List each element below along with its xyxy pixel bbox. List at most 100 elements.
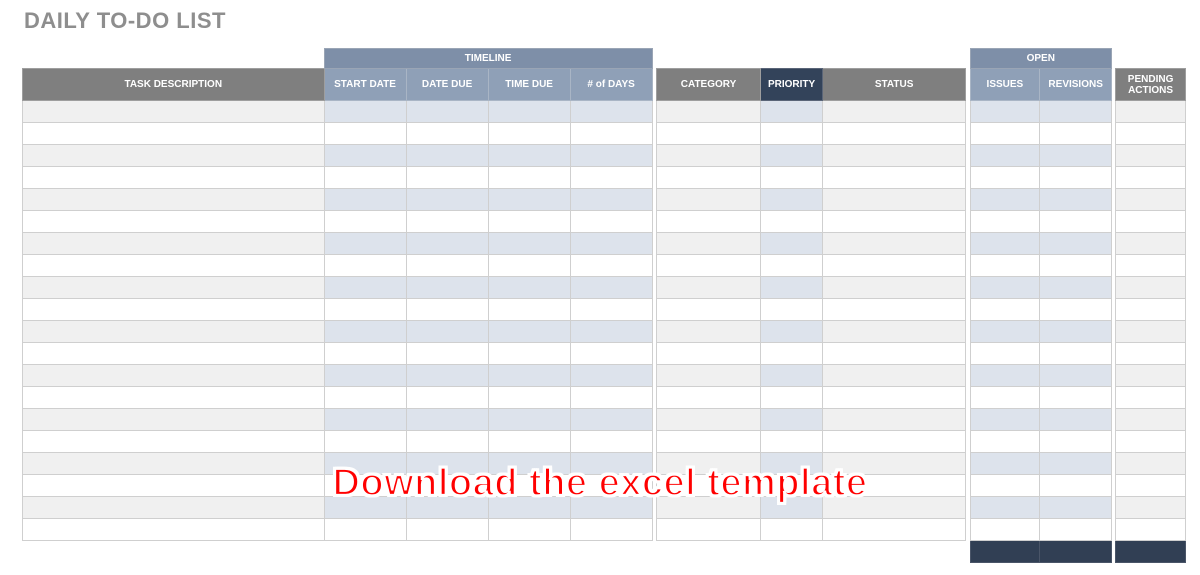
cell[interactable] bbox=[488, 409, 570, 431]
cell[interactable] bbox=[656, 453, 761, 475]
cell[interactable] bbox=[656, 145, 761, 167]
cell[interactable] bbox=[570, 409, 652, 431]
cell[interactable] bbox=[1040, 409, 1112, 431]
cell[interactable] bbox=[23, 145, 325, 167]
cell[interactable] bbox=[406, 519, 488, 541]
cell[interactable] bbox=[1040, 387, 1112, 409]
cell[interactable] bbox=[656, 189, 761, 211]
cell[interactable] bbox=[1040, 475, 1112, 497]
cell[interactable] bbox=[1040, 211, 1112, 233]
cell[interactable] bbox=[822, 277, 966, 299]
cell[interactable] bbox=[488, 343, 570, 365]
cell[interactable] bbox=[970, 519, 1040, 541]
cell[interactable] bbox=[570, 343, 652, 365]
cell[interactable] bbox=[1040, 277, 1112, 299]
cell[interactable] bbox=[970, 123, 1040, 145]
cell[interactable] bbox=[570, 167, 652, 189]
cell[interactable] bbox=[570, 145, 652, 167]
cell[interactable] bbox=[761, 321, 823, 343]
cell[interactable] bbox=[656, 277, 761, 299]
cell[interactable] bbox=[761, 277, 823, 299]
cell[interactable] bbox=[656, 475, 761, 497]
cell[interactable] bbox=[324, 233, 406, 255]
cell[interactable] bbox=[822, 167, 966, 189]
cell[interactable] bbox=[970, 497, 1040, 519]
cell[interactable] bbox=[324, 409, 406, 431]
cell[interactable] bbox=[656, 387, 761, 409]
cell[interactable] bbox=[488, 211, 570, 233]
cell[interactable] bbox=[406, 123, 488, 145]
cell[interactable] bbox=[1040, 123, 1112, 145]
cell[interactable] bbox=[822, 233, 966, 255]
cell[interactable] bbox=[822, 409, 966, 431]
cell[interactable] bbox=[761, 167, 823, 189]
cell[interactable] bbox=[324, 387, 406, 409]
cell[interactable] bbox=[656, 431, 761, 453]
cell[interactable] bbox=[761, 123, 823, 145]
cell[interactable] bbox=[23, 101, 325, 123]
cell[interactable] bbox=[1040, 167, 1112, 189]
cell[interactable] bbox=[570, 519, 652, 541]
cell[interactable] bbox=[970, 145, 1040, 167]
cell[interactable] bbox=[406, 453, 488, 475]
cell[interactable] bbox=[488, 475, 570, 497]
cell[interactable] bbox=[23, 497, 325, 519]
cell[interactable] bbox=[488, 123, 570, 145]
cell[interactable] bbox=[324, 431, 406, 453]
cell[interactable] bbox=[656, 101, 761, 123]
cell[interactable] bbox=[23, 123, 325, 145]
cell[interactable] bbox=[570, 211, 652, 233]
cell[interactable] bbox=[570, 497, 652, 519]
cell[interactable] bbox=[324, 145, 406, 167]
cell[interactable] bbox=[761, 101, 823, 123]
cell[interactable] bbox=[23, 519, 325, 541]
cell[interactable] bbox=[23, 299, 325, 321]
cell[interactable] bbox=[23, 387, 325, 409]
cell[interactable] bbox=[822, 145, 966, 167]
cell[interactable] bbox=[488, 321, 570, 343]
cell[interactable] bbox=[406, 475, 488, 497]
cell[interactable] bbox=[23, 343, 325, 365]
cell[interactable] bbox=[324, 519, 406, 541]
cell[interactable] bbox=[324, 123, 406, 145]
cell[interactable] bbox=[1116, 145, 1186, 167]
cell[interactable] bbox=[324, 475, 406, 497]
cell[interactable] bbox=[656, 255, 761, 277]
cell[interactable] bbox=[570, 321, 652, 343]
cell[interactable] bbox=[761, 519, 823, 541]
cell[interactable] bbox=[406, 299, 488, 321]
cell[interactable] bbox=[488, 497, 570, 519]
cell[interactable] bbox=[970, 387, 1040, 409]
cell[interactable] bbox=[406, 189, 488, 211]
cell[interactable] bbox=[1116, 277, 1186, 299]
cell[interactable] bbox=[656, 365, 761, 387]
cell[interactable] bbox=[822, 123, 966, 145]
cell[interactable] bbox=[1040, 453, 1112, 475]
cell[interactable] bbox=[1040, 497, 1112, 519]
cell[interactable] bbox=[488, 277, 570, 299]
cell[interactable] bbox=[406, 233, 488, 255]
cell[interactable] bbox=[406, 145, 488, 167]
cell[interactable] bbox=[656, 233, 761, 255]
cell[interactable] bbox=[324, 167, 406, 189]
cell[interactable] bbox=[656, 497, 761, 519]
cell[interactable] bbox=[1040, 145, 1112, 167]
cell[interactable] bbox=[1040, 101, 1112, 123]
cell[interactable] bbox=[570, 431, 652, 453]
cell[interactable] bbox=[324, 365, 406, 387]
cell[interactable] bbox=[23, 431, 325, 453]
cell[interactable] bbox=[970, 475, 1040, 497]
cell[interactable] bbox=[406, 497, 488, 519]
cell[interactable] bbox=[822, 255, 966, 277]
cell[interactable] bbox=[488, 167, 570, 189]
cell[interactable] bbox=[324, 211, 406, 233]
cell[interactable] bbox=[324, 497, 406, 519]
cell[interactable] bbox=[822, 321, 966, 343]
cell[interactable] bbox=[488, 519, 570, 541]
cell[interactable] bbox=[406, 277, 488, 299]
cell[interactable] bbox=[822, 497, 966, 519]
cell[interactable] bbox=[406, 409, 488, 431]
cell[interactable] bbox=[570, 387, 652, 409]
cell[interactable] bbox=[570, 123, 652, 145]
cell[interactable] bbox=[1116, 343, 1186, 365]
